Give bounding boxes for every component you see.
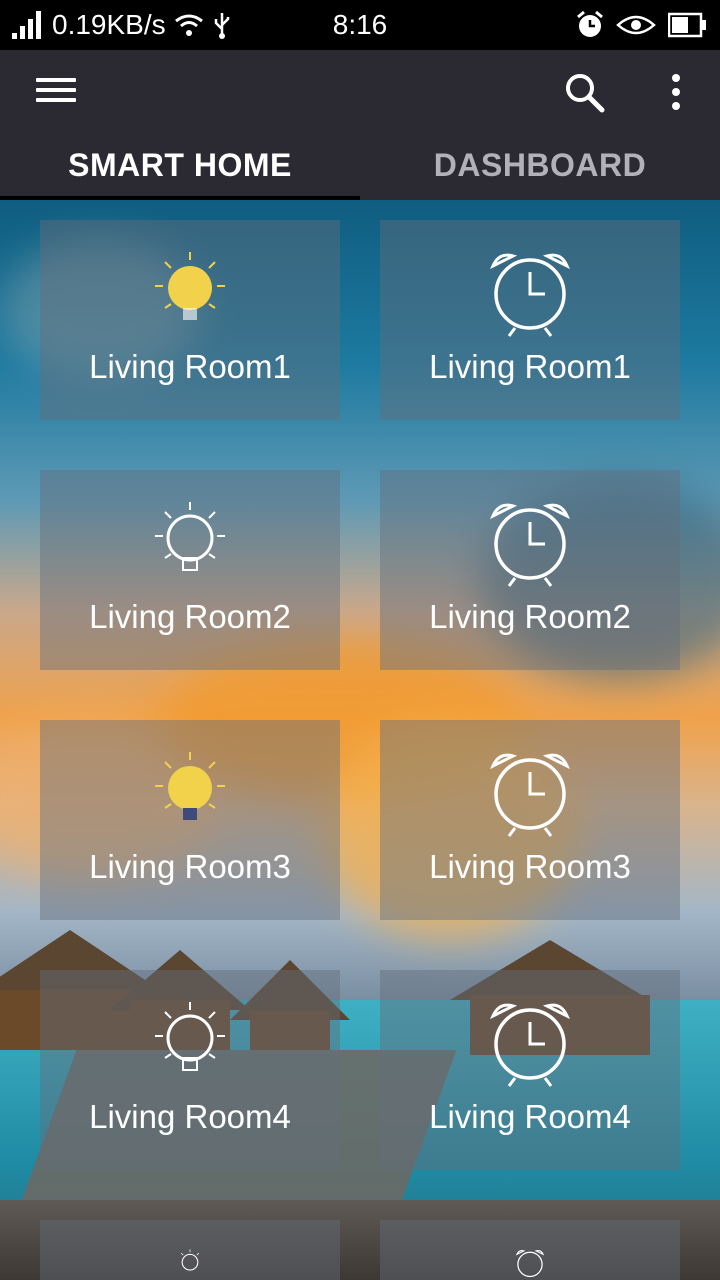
alarm-clock-icon — [490, 753, 570, 837]
device-tile[interactable]: Living Room3 — [380, 720, 680, 920]
app-bar: SMART HOME DASHBOARD — [0, 50, 720, 200]
device-label: Living Room3 — [429, 848, 631, 885]
battery-icon — [668, 12, 706, 38]
usb-icon — [214, 13, 229, 39]
eye-icon — [616, 15, 656, 35]
tab-bar: SMART HOME DASHBOARD — [0, 130, 720, 200]
device-label: Living Room4 — [89, 1098, 291, 1135]
device-tile[interactable]: Living Room2 — [40, 470, 340, 670]
lightbulb-icon — [155, 252, 225, 320]
device-label: Living Room3 — [89, 848, 291, 885]
signal-icon — [12, 11, 41, 39]
lightbulb-icon — [155, 752, 225, 820]
device-tile[interactable]: Living Room1 — [40, 220, 340, 420]
device-label: Living Room1 — [429, 348, 631, 385]
device-tile[interactable]: Living Room4 — [380, 970, 680, 1170]
device-tile[interactable]: Living Room1 — [380, 220, 680, 420]
device-tile[interactable] — [40, 1220, 340, 1280]
device-label: Living Room2 — [429, 598, 631, 635]
alarm-clock-icon — [490, 503, 570, 587]
status-left: 0.19KB/s — [12, 9, 576, 41]
device-grid: Living Room1 Living Room1 Living Room2 L… — [0, 220, 720, 1280]
device-label: Living Room1 — [89, 348, 291, 385]
network-speed: 0.19KB/s — [52, 9, 166, 40]
device-tile[interactable]: Living Room4 — [40, 970, 340, 1170]
more-vertical-icon[interactable] — [660, 70, 692, 114]
alarm-clock-icon — [515, 1250, 545, 1278]
lightbulb-icon — [180, 1249, 200, 1271]
wifi-icon — [174, 14, 203, 36]
toolbar — [0, 50, 720, 130]
status-bar: 0.19KB/s 8:16 — [0, 0, 720, 50]
search-icon[interactable] — [562, 70, 606, 114]
lightbulb-icon — [155, 502, 225, 571]
alarm-clock-icon — [490, 253, 570, 337]
lightbulb-icon — [155, 1002, 225, 1071]
alarm-clock-icon — [490, 1003, 570, 1087]
alarm-status-icon — [577, 11, 603, 37]
tab-dashboard[interactable]: DASHBOARD — [360, 130, 720, 200]
status-right — [576, 11, 708, 39]
device-label: Living Room4 — [429, 1098, 631, 1135]
device-label: Living Room2 — [89, 598, 291, 635]
device-tile[interactable] — [380, 1220, 680, 1280]
tab-smart-home[interactable]: SMART HOME — [0, 130, 360, 200]
device-tile[interactable]: Living Room3 — [40, 720, 340, 920]
hamburger-menu-icon[interactable] — [36, 72, 76, 108]
device-tile[interactable]: Living Room2 — [380, 470, 680, 670]
